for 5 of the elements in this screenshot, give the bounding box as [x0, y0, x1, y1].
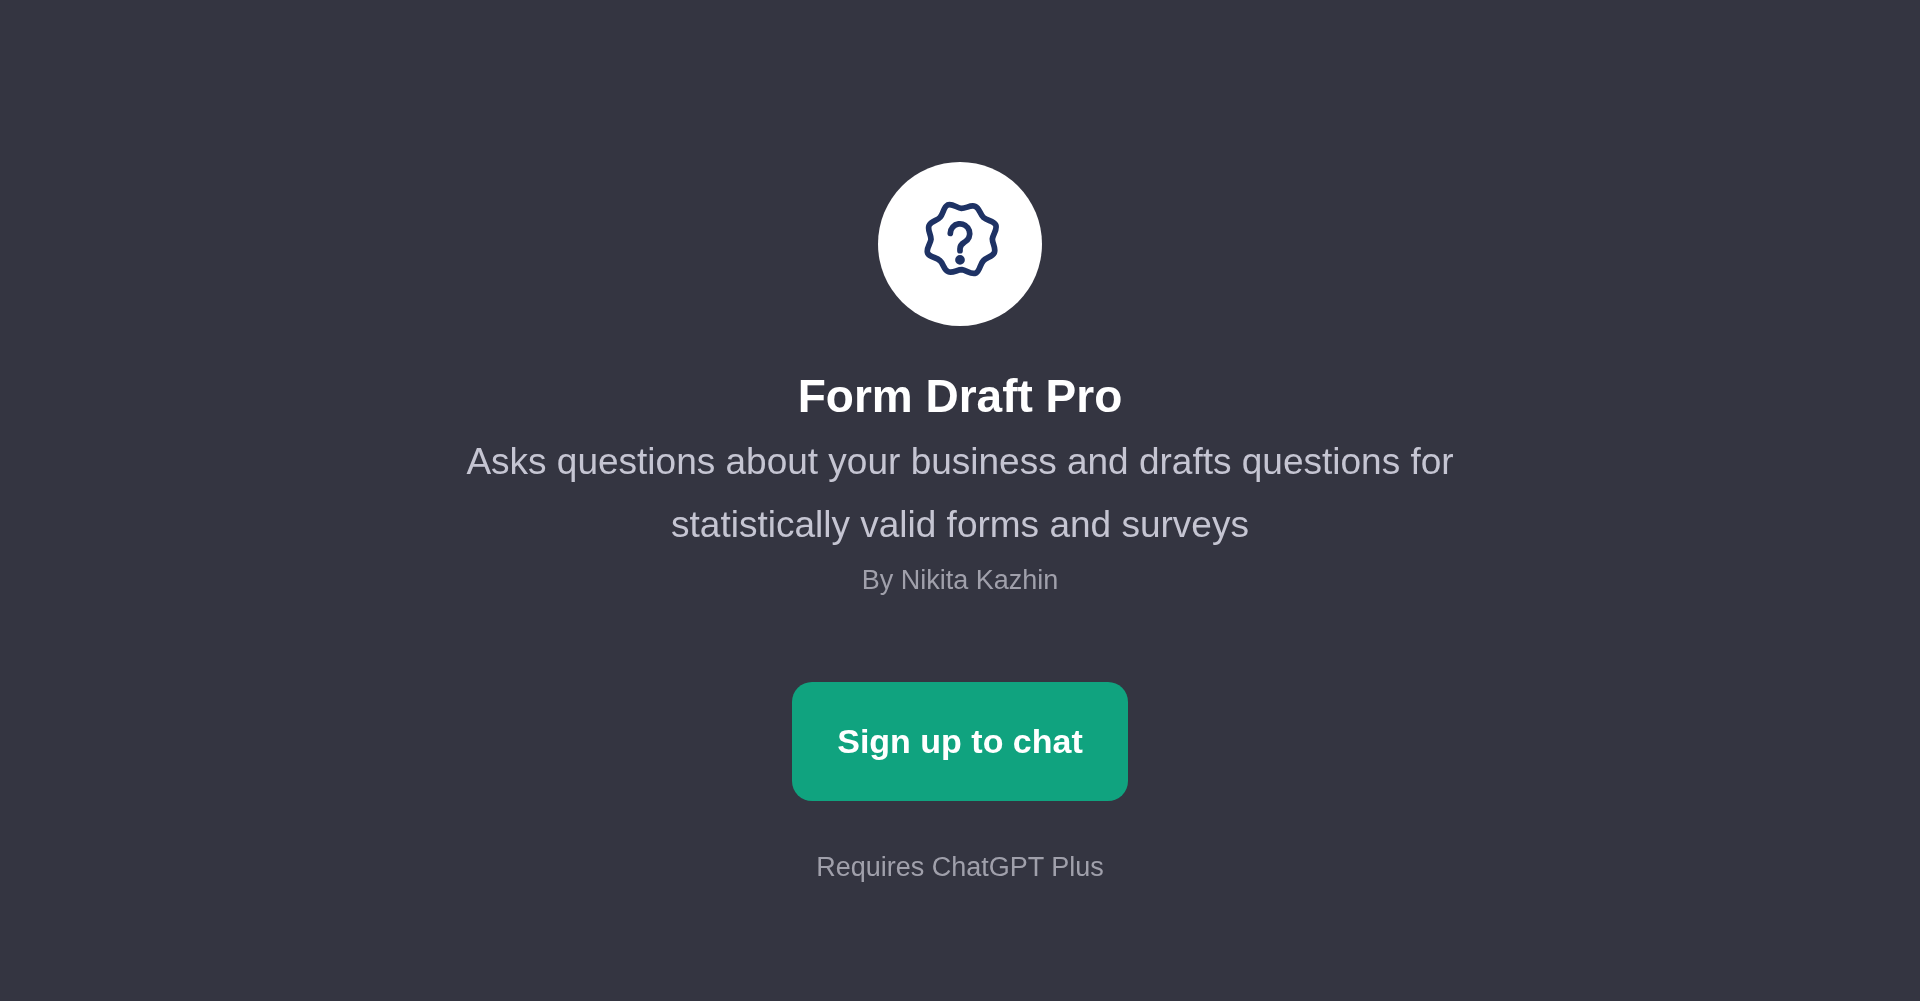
- sign-up-button[interactable]: Sign up to chat: [792, 682, 1128, 801]
- gpt-title: Form Draft Pro: [797, 369, 1123, 424]
- gpt-description: Asks questions about your business and drafts questions for statistically valid forms and surveys: [465, 440, 1455, 547]
- author-text: By Nikita Kazhin: [861, 564, 1059, 597]
- requirement-note: Requires ChatGPT Plus: [816, 851, 1104, 884]
